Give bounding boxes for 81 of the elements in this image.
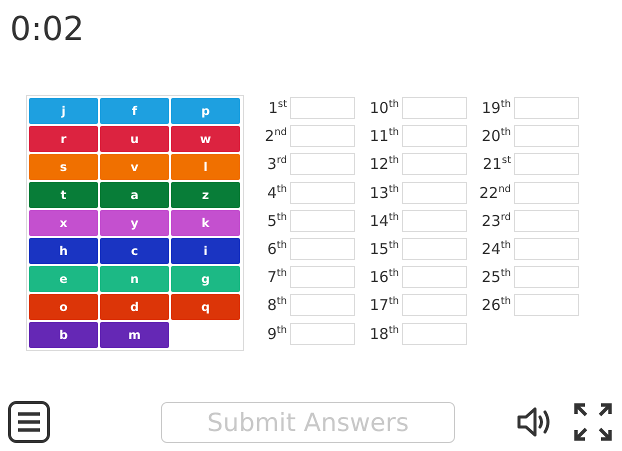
letter-tile[interactable]: j (29, 98, 98, 124)
letter-tile[interactable]: h (29, 238, 98, 264)
letter-tile[interactable]: c (100, 238, 169, 264)
position-label: 18$^{th}$ (368, 324, 399, 344)
letter-tile[interactable]: t (29, 182, 98, 208)
position-label: 17$^{th}$ (368, 295, 399, 316)
answer-box[interactable] (402, 238, 467, 260)
letter-tile[interactable]: m (100, 322, 169, 348)
position-label: 4$^{th}$ (266, 182, 287, 203)
letter-tile[interactable]: s (29, 154, 98, 180)
letter-tile[interactable]: p (171, 98, 240, 124)
answer-box[interactable] (290, 182, 355, 204)
answer-box[interactable] (402, 97, 467, 119)
letter-tile[interactable]: x (29, 210, 98, 236)
position-label: 1$^{st}$ (267, 98, 287, 118)
position-label: 14$^{th}$ (368, 210, 399, 231)
letter-tile[interactable]: u (100, 126, 169, 152)
menu-icon[interactable] (8, 401, 50, 443)
position-label: 20$^{th}$ (480, 126, 511, 146)
position-label: 2$^{nd}$ (264, 126, 287, 146)
answer-box[interactable] (290, 97, 355, 119)
position-label: 5$^{th}$ (266, 210, 287, 231)
answer-box[interactable] (402, 153, 467, 176)
answer-box[interactable] (402, 210, 467, 232)
letter-tile[interactable]: q (171, 294, 240, 320)
position-label: 12$^{th}$ (368, 154, 399, 174)
answer-box[interactable] (290, 322, 355, 344)
position-label: 19$^{th}$ (480, 98, 511, 118)
letter-tile[interactable]: f (100, 98, 169, 124)
letter-tile[interactable]: w (171, 126, 240, 152)
letter-tile[interactable]: o (29, 294, 98, 320)
answer-box[interactable] (402, 266, 467, 288)
letter-tile[interactable]: d (100, 294, 169, 320)
letter-tile[interactable]: v (100, 154, 169, 180)
letter-tile[interactable]: b (29, 322, 98, 348)
letter-tile[interactable]: n (100, 266, 169, 292)
position-label: 16$^{th}$ (368, 267, 399, 288)
answer-box[interactable] (402, 182, 467, 204)
letter-tile[interactable]: a (100, 182, 169, 208)
answer-box[interactable] (514, 97, 579, 119)
answer-box[interactable] (514, 238, 579, 260)
fullscreen-icon[interactable] (574, 403, 612, 441)
answer-box[interactable] (514, 294, 579, 316)
position-label: 21$^{st}$ (482, 154, 511, 174)
answer-box[interactable] (402, 125, 467, 148)
answer-box[interactable] (402, 294, 467, 316)
answer-box[interactable] (290, 266, 355, 288)
letter-tile[interactable]: y (100, 210, 169, 236)
position-label: 7$^{th}$ (266, 267, 287, 288)
letter-tile[interactable]: z (171, 182, 240, 208)
answer-box[interactable] (402, 322, 467, 344)
answer-box[interactable] (290, 294, 355, 316)
answer-box[interactable] (290, 153, 355, 176)
answer-box[interactable] (290, 210, 355, 232)
letter-tile[interactable]: g (171, 266, 240, 292)
position-label: 15$^{th}$ (368, 238, 399, 259)
answer-box[interactable] (514, 182, 579, 204)
position-label: 13$^{th}$ (368, 182, 399, 203)
position-label: 8$^{th}$ (266, 295, 287, 316)
position-label: 11$^{th}$ (368, 126, 399, 146)
position-label: 9$^{th}$ (266, 324, 287, 344)
letter-tile[interactable]: r (29, 126, 98, 152)
timer: 0:02 (10, 9, 84, 49)
position-label: 23$^{rd}$ (480, 210, 511, 231)
letter-tile[interactable]: k (171, 210, 240, 236)
answer-box[interactable] (290, 125, 355, 148)
letter-tile[interactable]: e (29, 266, 98, 292)
position-label: 3$^{rd}$ (266, 154, 287, 174)
position-label: 25$^{th}$ (480, 267, 511, 288)
position-label: 10$^{th}$ (368, 98, 399, 118)
answer-box[interactable] (290, 238, 355, 260)
position-label: 6$^{th}$ (266, 238, 287, 259)
answer-box[interactable] (514, 125, 579, 148)
letter-tile[interactable]: l (171, 154, 240, 180)
position-label: 24$^{th}$ (480, 238, 511, 259)
answer-box[interactable] (514, 266, 579, 288)
letter-tile[interactable]: i (171, 238, 240, 264)
position-label: 22$^{nd}$ (478, 182, 511, 203)
position-label: 26$^{th}$ (480, 295, 511, 316)
answer-box[interactable] (514, 153, 579, 176)
answer-box[interactable] (514, 210, 579, 232)
